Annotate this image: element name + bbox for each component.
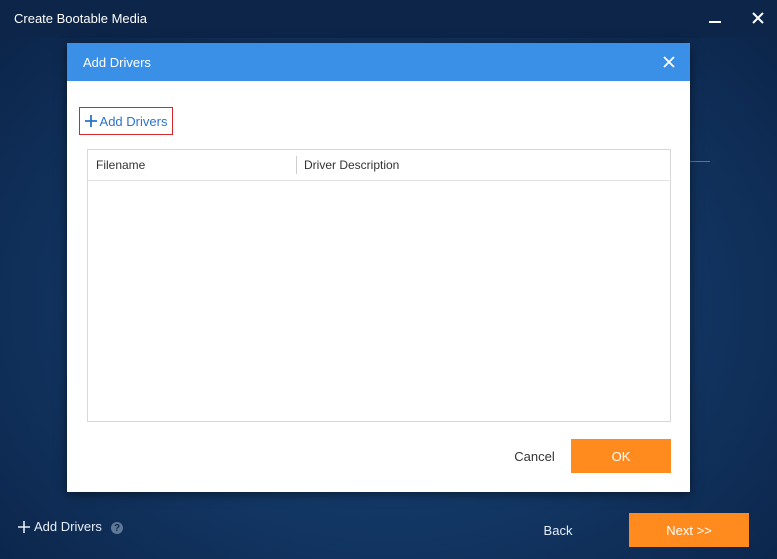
- back-button[interactable]: Back: [530, 519, 586, 541]
- add-drivers-dialog: Add Drivers Add Drivers Filename Driver …: [67, 43, 690, 492]
- background-divider: [690, 161, 710, 162]
- next-button[interactable]: Next >>: [629, 513, 749, 547]
- app-titlebar: Create Bootable Media: [0, 0, 777, 38]
- ok-button[interactable]: OK: [571, 439, 671, 473]
- column-header-driver-description[interactable]: Driver Description: [304, 158, 399, 172]
- plus-icon: [18, 520, 30, 533]
- dialog-close-button[interactable]: [660, 53, 678, 71]
- add-drivers-label: Add Drivers: [99, 113, 168, 129]
- dialog-header: Add Drivers: [67, 43, 690, 81]
- footer-add-drivers-label: Add Drivers: [34, 519, 102, 534]
- column-header-filename[interactable]: Filename: [96, 158, 145, 172]
- close-icon: [752, 12, 764, 24]
- drivers-table[interactable]: Filename Driver Description: [87, 149, 671, 422]
- footer-add-drivers-button[interactable]: Add Drivers: [18, 519, 102, 534]
- add-drivers-button[interactable]: Add Drivers: [79, 107, 173, 135]
- close-icon: [663, 56, 675, 68]
- cancel-button[interactable]: Cancel: [507, 444, 562, 468]
- dialog-title: Add Drivers: [83, 55, 151, 70]
- window-close-button[interactable]: [748, 8, 768, 28]
- plus-icon: [84, 115, 97, 127]
- app-title: Create Bootable Media: [14, 11, 147, 26]
- table-header: Filename Driver Description: [88, 150, 670, 181]
- minimize-button[interactable]: [705, 8, 725, 28]
- minimize-icon: [709, 21, 721, 23]
- column-separator[interactable]: [296, 156, 297, 174]
- question-icon[interactable]: ?: [111, 522, 123, 534]
